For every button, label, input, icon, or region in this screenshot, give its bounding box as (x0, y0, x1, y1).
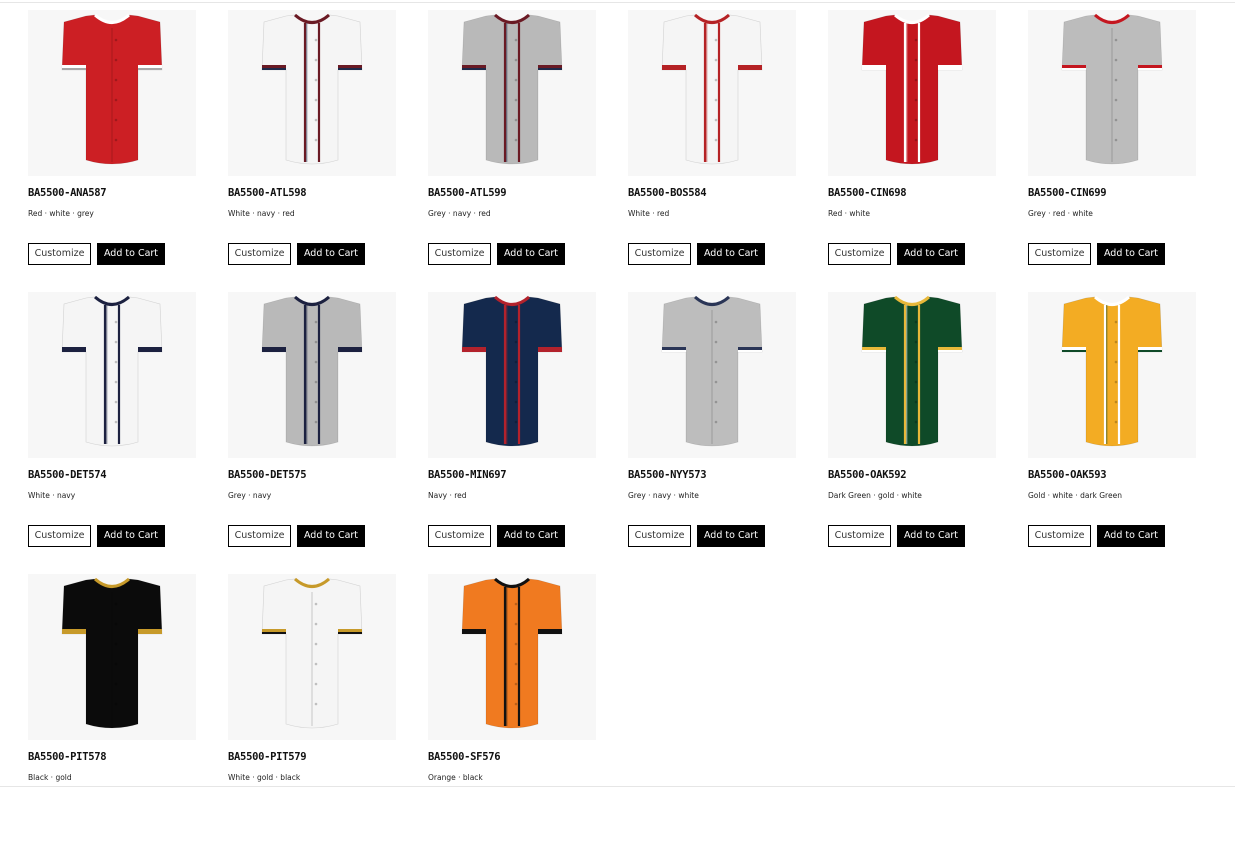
orange-jersey-image[interactable] (428, 574, 596, 740)
white-jersey-image[interactable] (28, 292, 196, 458)
add-to-cart-button[interactable]: Add to Cart (97, 525, 165, 547)
product-colors: White · navy (28, 491, 76, 500)
product-card: BA5500-ATL598 White · navy · red Customize… (228, 10, 418, 280)
product-sku[interactable]: BA5500-DET574 (28, 469, 107, 481)
product-sku[interactable]: BA5500-CIN698 (828, 187, 907, 199)
black-jersey-image[interactable] (28, 574, 196, 740)
customize-button[interactable]: Customize (1028, 243, 1091, 265)
red-jersey-image[interactable] (828, 10, 996, 176)
product-card: BA5500-MIN697 Navy · red Customize Add to C… (428, 292, 618, 562)
product-colors: Black · gold (28, 773, 72, 782)
product-sku[interactable]: BA5500-OAK593 (1028, 469, 1107, 481)
product-sku[interactable]: BA5500-DET575 (228, 469, 307, 481)
product-sku[interactable]: BA5500-BOS584 (628, 187, 707, 199)
product-colors: White · navy · red (228, 209, 295, 218)
customize-button[interactable]: Customize (628, 525, 691, 547)
product-colors: Grey · red · white (1028, 209, 1093, 218)
product-card: BA5500-DET574 White · navy Customize Add to… (28, 292, 218, 562)
product-sku[interactable]: BA5500-MIN697 (428, 469, 507, 481)
add-to-cart-button[interactable]: Add to Cart (1097, 525, 1165, 547)
add-to-cart-button[interactable]: Add to Cart (497, 525, 565, 547)
add-to-cart-button[interactable]: Add to Cart (697, 243, 765, 265)
white-jersey-image[interactable] (628, 10, 796, 176)
product-card: BA5500-DET575 Grey · navy Customize Add to … (228, 292, 418, 562)
add-to-cart-button[interactable]: Add to Cart (497, 243, 565, 265)
product-colors: Grey · navy · red (428, 209, 491, 218)
bottom-divider (0, 786, 1235, 787)
product-colors: Orange · black (428, 773, 483, 782)
product-card: BA5500-PIT578 Black · gold (28, 574, 218, 844)
product-sku[interactable]: BA5500-ATL599 (428, 187, 507, 199)
product-sku[interactable]: BA5500-ATL598 (228, 187, 307, 199)
customize-button[interactable]: Customize (228, 243, 291, 265)
add-to-cart-button[interactable]: Add to Cart (1097, 243, 1165, 265)
add-to-cart-button[interactable]: Add to Cart (297, 243, 365, 265)
product-sku[interactable]: BA5500-OAK592 (828, 469, 907, 481)
product-card: BA5500-OAK592 Dark Green · gold · white Cu… (828, 292, 1018, 562)
customize-button[interactable]: Customize (28, 525, 91, 547)
grey-jersey-image[interactable] (628, 292, 796, 458)
product-colors: Grey · navy (228, 491, 272, 500)
customize-button[interactable]: Customize (228, 525, 291, 547)
product-colors: White · gold · black (228, 773, 301, 782)
product-sku[interactable]: BA5500-CIN699 (1028, 187, 1107, 199)
grey-jersey-image[interactable] (228, 292, 396, 458)
product-sku[interactable]: BA5500-PIT579 (228, 751, 307, 763)
product-colors: Dark Green · gold · white (828, 491, 922, 500)
add-to-cart-button[interactable]: Add to Cart (97, 243, 165, 265)
product-card: BA5500-OAK593 Gold · white · dark Green Cu… (1028, 292, 1218, 562)
product-colors: Red · white · grey (28, 209, 94, 218)
gold-jersey-image[interactable] (1028, 292, 1196, 458)
add-to-cart-button[interactable]: Add to Cart (897, 525, 965, 547)
navy-jersey-image[interactable] (428, 292, 596, 458)
product-card: BA5500-NYY573 Grey · navy · white Customiz… (628, 292, 818, 562)
product-card: BA5500-BOS584 White · red Customize Add to … (628, 10, 818, 280)
customize-button[interactable]: Customize (1028, 525, 1091, 547)
product-card: BA5500-PIT579 White · gold · black (228, 574, 418, 844)
customize-button[interactable]: Customize (828, 525, 891, 547)
grey-jersey-image[interactable] (428, 10, 596, 176)
customize-button[interactable]: Customize (828, 243, 891, 265)
product-colors: Gold · white · dark Green (1028, 491, 1122, 500)
green-jersey-image[interactable] (828, 292, 996, 458)
customize-button[interactable]: Customize (428, 243, 491, 265)
product-card: BA5500-ANA587 Red · white · grey Customize… (28, 10, 218, 280)
red-jersey-image[interactable] (28, 10, 196, 176)
grey-jersey-image[interactable] (1028, 10, 1196, 176)
product-grid: BA5500-ANA587 Red · white · grey Customize… (0, 0, 1235, 788)
white-jersey-image[interactable] (228, 10, 396, 176)
product-colors: White · red (628, 209, 670, 218)
add-to-cart-button[interactable]: Add to Cart (697, 525, 765, 547)
product-card: BA5500-CIN698 Red · white Customize Add to … (828, 10, 1018, 280)
product-colors: Navy · red (428, 491, 467, 500)
customize-button[interactable]: Customize (428, 525, 491, 547)
product-colors: Grey · navy · white (628, 491, 699, 500)
customize-button[interactable]: Customize (628, 243, 691, 265)
product-colors: Red · white (828, 209, 870, 218)
customize-button[interactable]: Customize (28, 243, 91, 265)
product-card: BA5500-ATL599 Grey · navy · red Customize A… (428, 10, 618, 280)
product-sku[interactable]: BA5500-SF576 (428, 751, 501, 763)
add-to-cart-button[interactable]: Add to Cart (897, 243, 965, 265)
product-sku[interactable]: BA5500-ANA587 (28, 187, 107, 199)
product-sku[interactable]: BA5500-NYY573 (628, 469, 707, 481)
white-jersey-image[interactable] (228, 574, 396, 740)
product-card: BA5500-SF576 Orange · black (428, 574, 618, 844)
product-sku[interactable]: BA5500-PIT578 (28, 751, 107, 763)
add-to-cart-button[interactable]: Add to Cart (297, 525, 365, 547)
product-card: BA5500-CIN699 Grey · red · white Customize… (1028, 10, 1218, 280)
